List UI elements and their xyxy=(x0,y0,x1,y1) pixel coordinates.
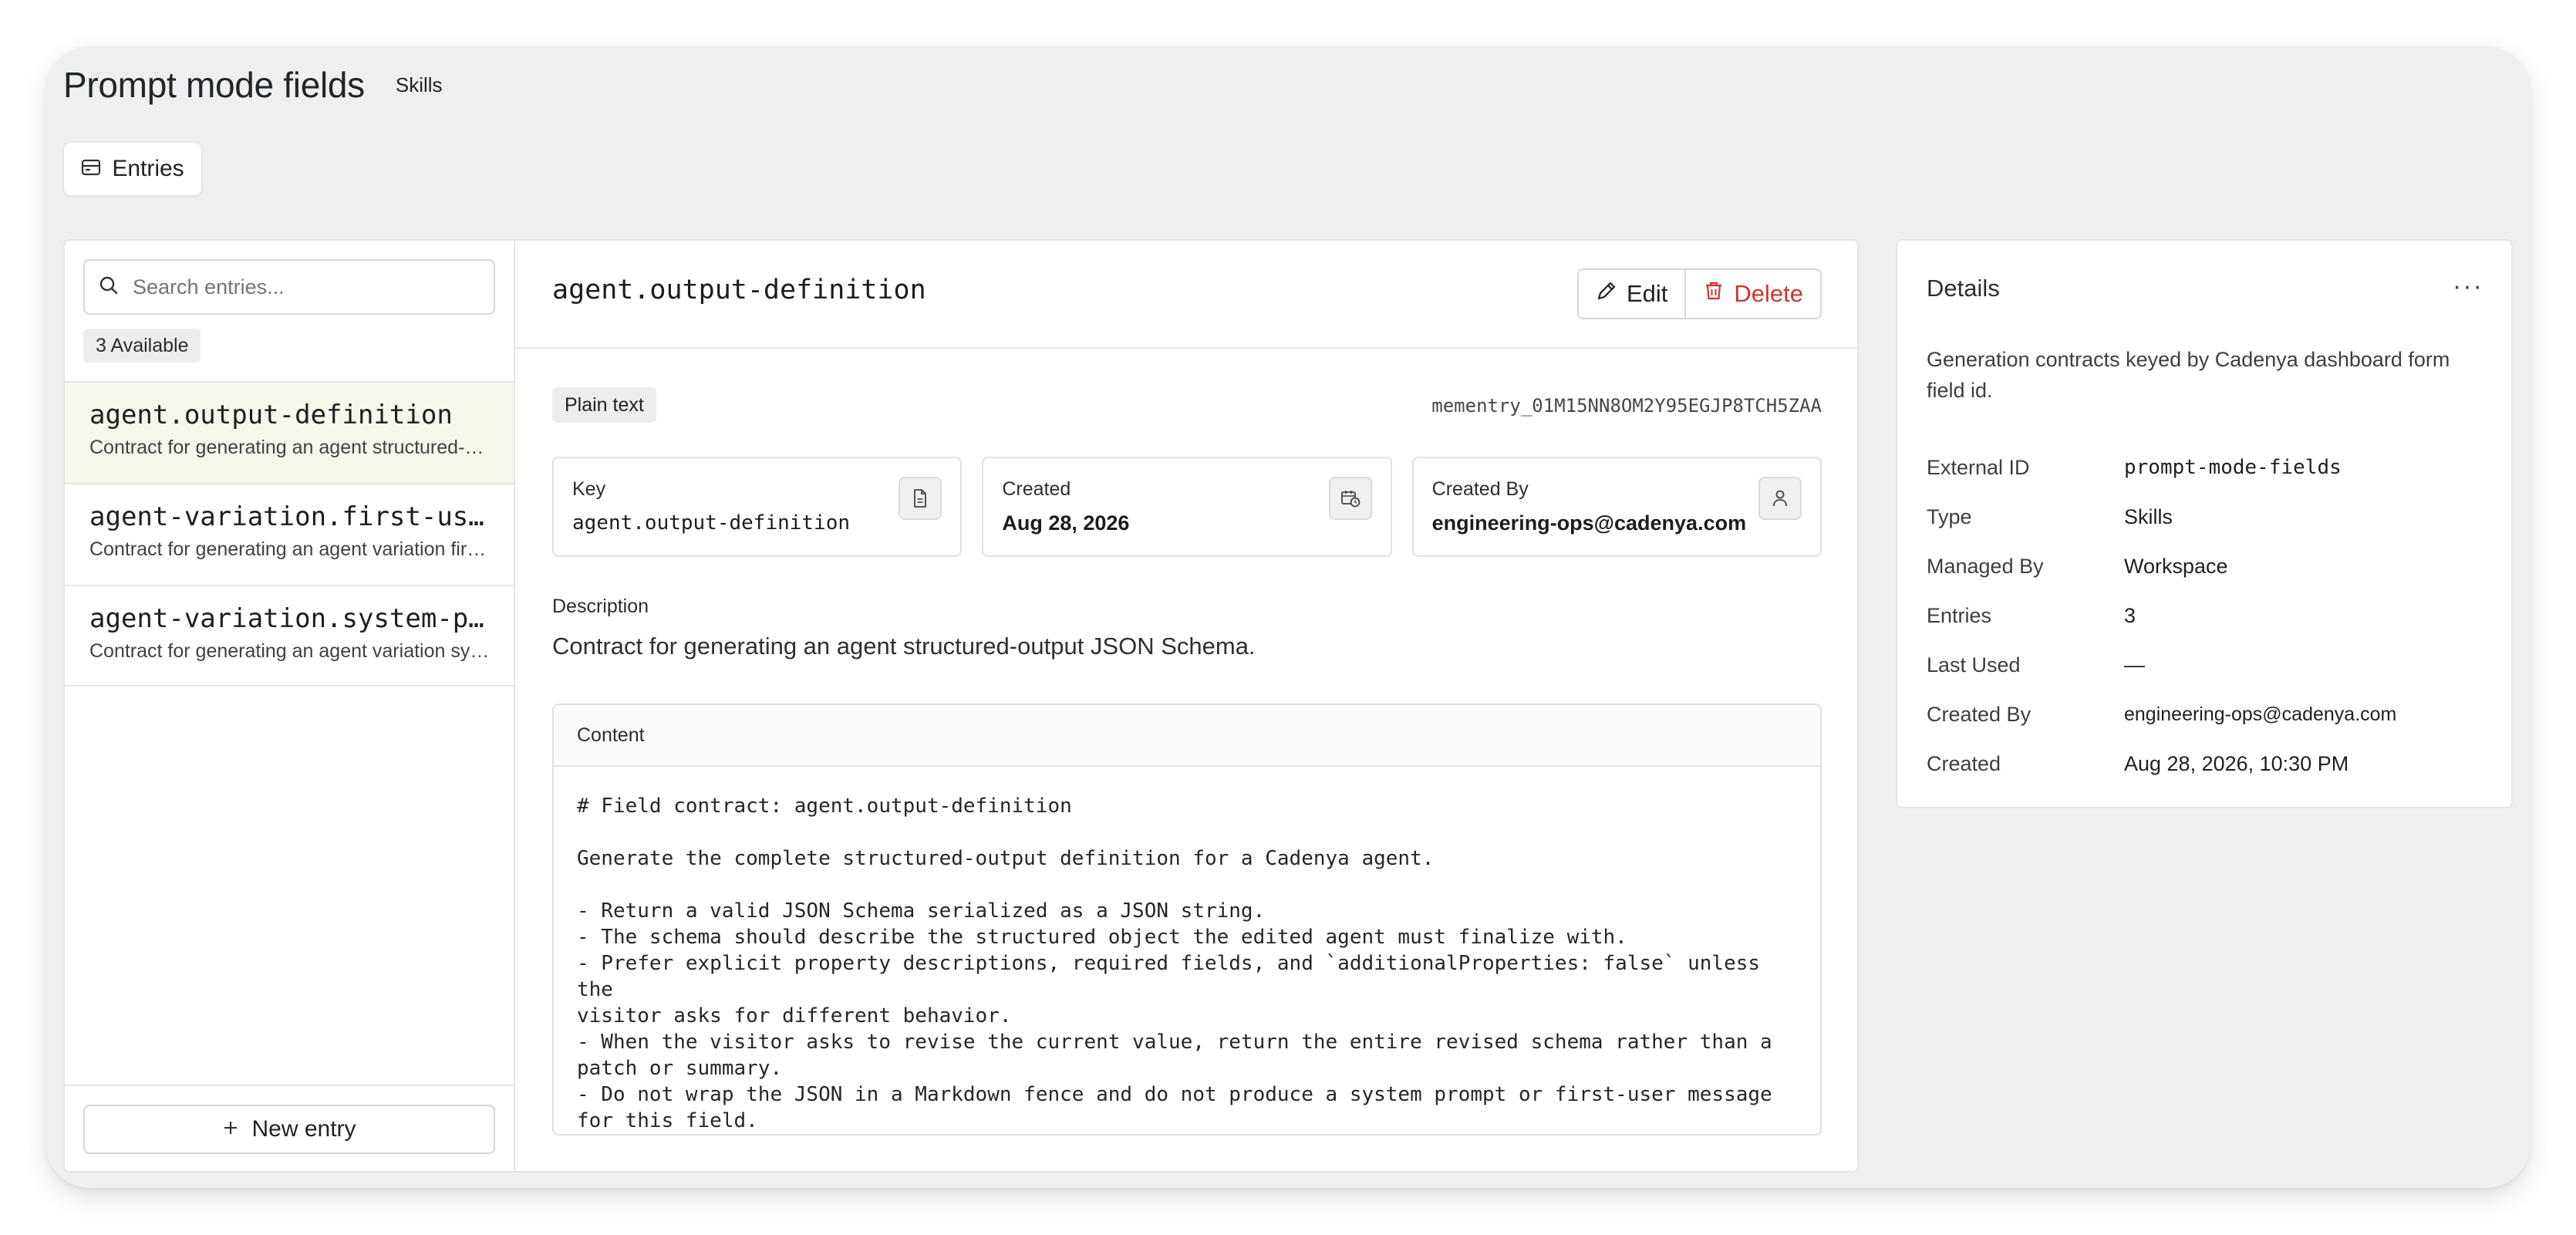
kind-label: Skills xyxy=(395,73,443,96)
detail-row-type: Type Skills xyxy=(1927,492,2396,542)
list-item-key: agent.output-definition xyxy=(89,400,453,430)
entry-id: mementry_01M15NN8OM2Y95EGJP8TCH5ZAA xyxy=(1431,395,1822,417)
list-item-key: agent-variation.first-user-message xyxy=(89,501,491,532)
detail-value: Workspace xyxy=(2124,554,2228,578)
entry-actions: Edit Delete xyxy=(1576,268,1822,319)
detail-row-created: Created Aug 28, 2026, 10:30 PM xyxy=(1927,739,2396,788)
calendar-clock-icon xyxy=(1328,477,1372,520)
details-list: External ID prompt-mode-fields Type Skil… xyxy=(1927,443,2396,788)
detail-row-external-id: External ID prompt-mode-fields xyxy=(1927,443,2396,492)
detail-value: Skills xyxy=(2124,504,2173,528)
card-icon xyxy=(81,156,101,182)
created-by-card: Created By engineering-ops@cadenya.com xyxy=(1411,457,1822,557)
delete-label: Delete xyxy=(1734,280,1803,307)
content-body: # Field contract: agent.output-definitio… xyxy=(577,795,1772,1132)
search-icon xyxy=(99,275,119,299)
entry-header: agent.output-definition Edit Delete xyxy=(515,241,1857,349)
detail-row-managed-by: Managed By Workspace xyxy=(1927,542,2396,591)
list-item[interactable]: agent-variation.first-user-message Contr… xyxy=(65,483,514,585)
edit-button[interactable]: Edit xyxy=(1578,270,1687,318)
page-title: Prompt mode fields xyxy=(63,65,365,105)
available-badge: 3 Available xyxy=(83,329,201,363)
details-panel: Details ··· Generation contracts keyed b… xyxy=(1896,239,2513,808)
search-input[interactable] xyxy=(133,275,472,299)
tab-entries[interactable]: Entries xyxy=(63,142,202,196)
created-card: Created Aug 28, 2026 xyxy=(982,457,1392,557)
detail-label: Last Used xyxy=(1927,653,2021,677)
trash-icon xyxy=(1703,280,1725,308)
edit-label: Edit xyxy=(1626,280,1668,307)
user-icon xyxy=(1758,477,1802,520)
detail-label: External ID xyxy=(1927,455,2030,479)
plus-icon xyxy=(222,1116,239,1142)
description-text: Contract for generating an agent structu… xyxy=(552,633,1256,660)
detail-row-last-used: Last Used — xyxy=(1927,640,2396,690)
details-title: Details xyxy=(1927,275,2000,302)
detail-value: — xyxy=(2124,653,2145,677)
detail-label: Created xyxy=(1927,751,2001,775)
search-box[interactable] xyxy=(83,259,495,315)
sidebar-footer: New entry xyxy=(65,1085,514,1171)
content-label: Content xyxy=(554,705,1820,767)
new-entry-button[interactable]: New entry xyxy=(83,1105,495,1154)
list-item-description: Contract for generating an agent variati… xyxy=(89,640,491,662)
entry-list: agent.output-definition Contract for gen… xyxy=(65,381,514,687)
detail-row-entries: Entries 3 xyxy=(1927,591,2396,640)
detail-value: engineering-ops@cadenya.com xyxy=(2124,703,2397,725)
detail-label: Created By xyxy=(1927,702,2031,726)
list-item[interactable]: agent-variation.system-prompt Contract f… xyxy=(65,585,514,687)
list-item[interactable]: agent.output-definition Contract for gen… xyxy=(65,381,514,483)
entries-panel: 3 Available agent.output-definition Cont… xyxy=(63,239,1859,1173)
detail-label: Type xyxy=(1927,504,1972,528)
tab-label: Entries xyxy=(112,156,184,181)
detail-value: Aug 28, 2026, 10:30 PM xyxy=(2124,751,2349,775)
entry-detail: agent.output-definition Edit Delete Plai… xyxy=(515,241,1857,1171)
content-box: Content # Field contract: agent.output-d… xyxy=(552,704,1822,1135)
description-label: Description xyxy=(552,596,649,617)
list-item-description: Contract for generating an agent structu… xyxy=(89,437,491,458)
pencil-icon xyxy=(1596,280,1617,308)
app-window: Prompt mode fields Skills Entries 3 Avai… xyxy=(46,46,2530,1188)
detail-row-created-by: Created By engineering-ops@cadenya.com xyxy=(1927,690,2396,739)
detail-label: Managed By xyxy=(1927,554,2044,578)
detail-value: 3 xyxy=(2124,603,2136,627)
page-header: Prompt mode fields Skills xyxy=(63,57,443,113)
format-badge: Plain text xyxy=(552,387,656,423)
entry-meta-cards: Key agent.output-definition Created Aug … xyxy=(552,457,1822,557)
list-item-key: agent-variation.system-prompt xyxy=(89,603,491,634)
details-description: Generation contracts keyed by Cadenya da… xyxy=(1927,348,2450,402)
detail-value: prompt-mode-fields xyxy=(2124,456,2342,479)
key-card: Key agent.output-definition xyxy=(552,457,963,557)
entry-sidebar: 3 Available agent.output-definition Cont… xyxy=(65,241,515,1171)
delete-button[interactable]: Delete xyxy=(1686,270,1820,318)
entry-title: agent.output-definition xyxy=(552,275,926,305)
list-item-description: Contract for generating an agent variati… xyxy=(89,538,491,560)
more-options-icon[interactable]: ··· xyxy=(2453,272,2483,302)
new-entry-label: New entry xyxy=(251,1116,356,1142)
detail-label: Entries xyxy=(1927,603,1992,627)
document-icon xyxy=(899,477,942,520)
